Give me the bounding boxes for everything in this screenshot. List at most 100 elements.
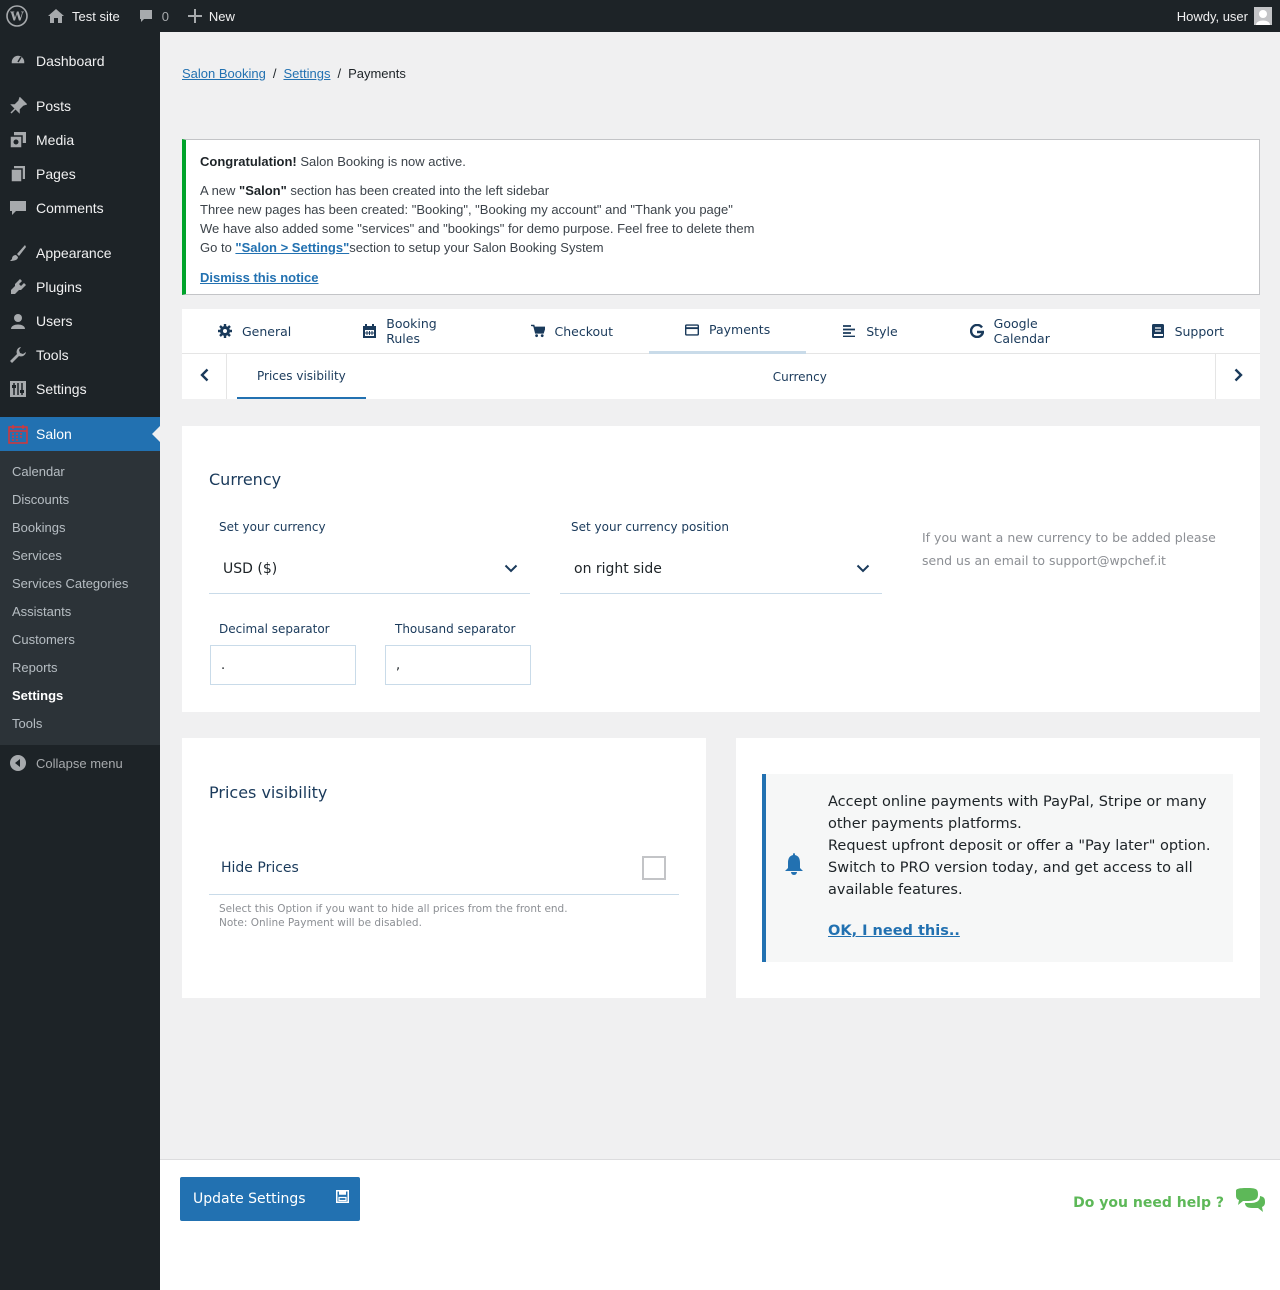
pro-promo-card: Accept online payments with PayPal, Stri… bbox=[736, 738, 1260, 998]
comments-link[interactable]: 0 bbox=[128, 0, 177, 32]
submenu-bookings[interactable]: Bookings bbox=[0, 514, 160, 542]
sidebar-item-label: Settings bbox=[36, 381, 87, 397]
sidebar-item-label: Dashboard bbox=[36, 53, 105, 69]
sidebar-item-users[interactable]: Users bbox=[0, 304, 160, 338]
breadcrumb-settings[interactable]: Settings bbox=[283, 66, 330, 81]
collapse-menu-button[interactable]: Collapse menu bbox=[0, 746, 160, 780]
sidebar-item-comments[interactable]: Comments bbox=[0, 191, 160, 225]
submenu-reports[interactable]: Reports bbox=[0, 654, 160, 682]
sidebar-item-posts[interactable]: Posts bbox=[0, 89, 160, 123]
prices-visibility-card: Prices visibility Hide Prices Select thi… bbox=[182, 738, 706, 998]
calendar-icon bbox=[363, 324, 377, 338]
currency-position-label: Set your currency position bbox=[571, 520, 729, 534]
breadcrumb-separator: / bbox=[337, 66, 342, 81]
sidebar-item-plugins[interactable]: Plugins bbox=[0, 270, 160, 304]
currency-hint: If you want a new currency to be added p… bbox=[922, 530, 1216, 568]
currency-select[interactable]: USD ($) bbox=[209, 544, 530, 594]
submenu-tools[interactable]: Tools bbox=[0, 710, 160, 738]
dashboard-icon bbox=[8, 51, 28, 71]
sidebar-item-media[interactable]: Media bbox=[0, 123, 160, 157]
chevron-down-icon bbox=[504, 561, 518, 577]
breadcrumb: Salon Booking / Settings / Payments bbox=[182, 66, 406, 81]
notice-line-1: A new "Salon" section has been created i… bbox=[200, 183, 550, 198]
notice-line-2: Three new pages has been created: "Booki… bbox=[200, 202, 733, 217]
submenu-assistants[interactable]: Assistants bbox=[0, 598, 160, 626]
comments-count: 0 bbox=[161, 8, 169, 24]
hide-prices-help: Select this Option if you want to hide a… bbox=[219, 903, 568, 929]
sidebar-item-appearance[interactable]: Appearance bbox=[0, 236, 160, 270]
currency-position-select[interactable]: on right side bbox=[560, 544, 882, 594]
thousand-separator-input[interactable]: , bbox=[385, 645, 531, 685]
sidebar-item-label: Tools bbox=[36, 347, 69, 363]
submenu-settings[interactable]: Settings bbox=[0, 682, 160, 710]
chevron-down-icon bbox=[856, 561, 870, 577]
tab-general[interactable]: General bbox=[182, 309, 327, 354]
pro-promo-box: Accept online payments with PayPal, Stri… bbox=[762, 774, 1233, 962]
svg-text:W: W bbox=[9, 10, 24, 24]
notice-line-3: We have also added some "services" and "… bbox=[200, 221, 755, 236]
thousand-separator-label: Thousand separator bbox=[395, 622, 516, 636]
hide-prices-checkbox[interactable] bbox=[642, 856, 666, 880]
update-settings-button[interactable]: Update Settings bbox=[180, 1177, 360, 1221]
site-name-link[interactable]: Test site bbox=[38, 0, 128, 32]
tab-checkout[interactable]: Checkout bbox=[495, 309, 649, 354]
salon-submenu: Calendar Discounts Bookings Services Ser… bbox=[0, 451, 160, 745]
dismiss-notice-link[interactable]: Dismiss this notice bbox=[200, 268, 318, 287]
credit-card-icon bbox=[684, 323, 699, 337]
decimal-separator-label: Decimal separator bbox=[219, 622, 330, 636]
tab-support[interactable]: Support bbox=[1115, 309, 1260, 354]
site-name: Test site bbox=[72, 8, 120, 24]
sidebar-item-label: Plugins bbox=[36, 279, 82, 295]
breadcrumb-separator: / bbox=[272, 66, 277, 81]
sidebar-item-salon[interactable]: Salon bbox=[0, 417, 160, 451]
salon-settings-link[interactable]: "Salon > Settings" bbox=[235, 240, 349, 255]
settings-sliders-icon bbox=[8, 379, 28, 399]
prices-visibility-title: Prices visibility bbox=[209, 783, 328, 802]
plus-icon bbox=[185, 6, 205, 26]
tab-payments[interactable]: Payments bbox=[648, 309, 807, 354]
submenu-services-categories[interactable]: Services Categories bbox=[0, 570, 160, 598]
sidebar-item-pages[interactable]: Pages bbox=[0, 157, 160, 191]
new-label: New bbox=[208, 8, 235, 24]
submenu-customers[interactable]: Customers bbox=[0, 626, 160, 654]
google-icon bbox=[969, 324, 984, 338]
sidebar-item-dashboard[interactable]: Dashboard bbox=[0, 44, 160, 78]
sidebar-item-settings[interactable]: Settings bbox=[0, 372, 160, 406]
comment-bubble-icon bbox=[136, 6, 156, 26]
subtabs-prev-button[interactable] bbox=[182, 354, 227, 399]
sidebar-item-label: Appearance bbox=[36, 245, 112, 261]
subtab-currency[interactable]: Currency bbox=[773, 354, 827, 399]
tab-booking-rules[interactable]: Booking Rules bbox=[327, 309, 494, 354]
settings-tabs: General Booking Rules Checkout Payments … bbox=[182, 309, 1260, 354]
sidebar-item-tools[interactable]: Tools bbox=[0, 338, 160, 372]
decimal-separator-input[interactable]: . bbox=[210, 645, 356, 685]
help-link[interactable]: Do you need help ? bbox=[1073, 1188, 1266, 1218]
notice-congratulation: Congratulation! Salon Booking is now act… bbox=[200, 154, 466, 169]
hide-prices-label: Hide Prices bbox=[221, 860, 299, 876]
submenu-calendar[interactable]: Calendar bbox=[0, 458, 160, 486]
notice-line-4: Go to "Salon > Settings"section to setup… bbox=[200, 240, 604, 255]
payments-subtabs: Prices visibility Currency bbox=[182, 354, 1260, 399]
wordpress-logo-button[interactable]: W bbox=[0, 0, 38, 32]
save-icon bbox=[336, 1190, 349, 1207]
gear-icon bbox=[218, 324, 232, 338]
submenu-services[interactable]: Services bbox=[0, 542, 160, 570]
media-icon bbox=[8, 130, 28, 150]
breadcrumb-salon-booking[interactable]: Salon Booking bbox=[182, 66, 266, 81]
subtabs-next-button[interactable] bbox=[1215, 354, 1260, 399]
tab-style[interactable]: Style bbox=[806, 309, 933, 354]
breadcrumb-current: Payments bbox=[348, 66, 406, 81]
sidebar-item-label: Posts bbox=[36, 98, 72, 114]
submenu-discounts[interactable]: Discounts bbox=[0, 486, 160, 514]
promo-link[interactable]: OK, I need this.. bbox=[828, 923, 960, 939]
home-icon bbox=[46, 6, 66, 26]
account-menu[interactable]: Howdy, user bbox=[1177, 7, 1280, 25]
subtab-prices-visibility[interactable]: Prices visibility bbox=[237, 355, 366, 399]
tab-google-calendar[interactable]: Google Calendar bbox=[934, 309, 1115, 354]
admin-bar: W Test site 0 New Howdy, user bbox=[0, 0, 1280, 32]
chat-bubbles-icon bbox=[1234, 1188, 1266, 1218]
promo-text: Accept online payments with PayPal, Stri… bbox=[828, 794, 1211, 898]
howdy-text: Howdy, user bbox=[1176, 8, 1248, 24]
user-icon bbox=[8, 311, 28, 331]
new-content-link[interactable]: New bbox=[177, 0, 243, 32]
